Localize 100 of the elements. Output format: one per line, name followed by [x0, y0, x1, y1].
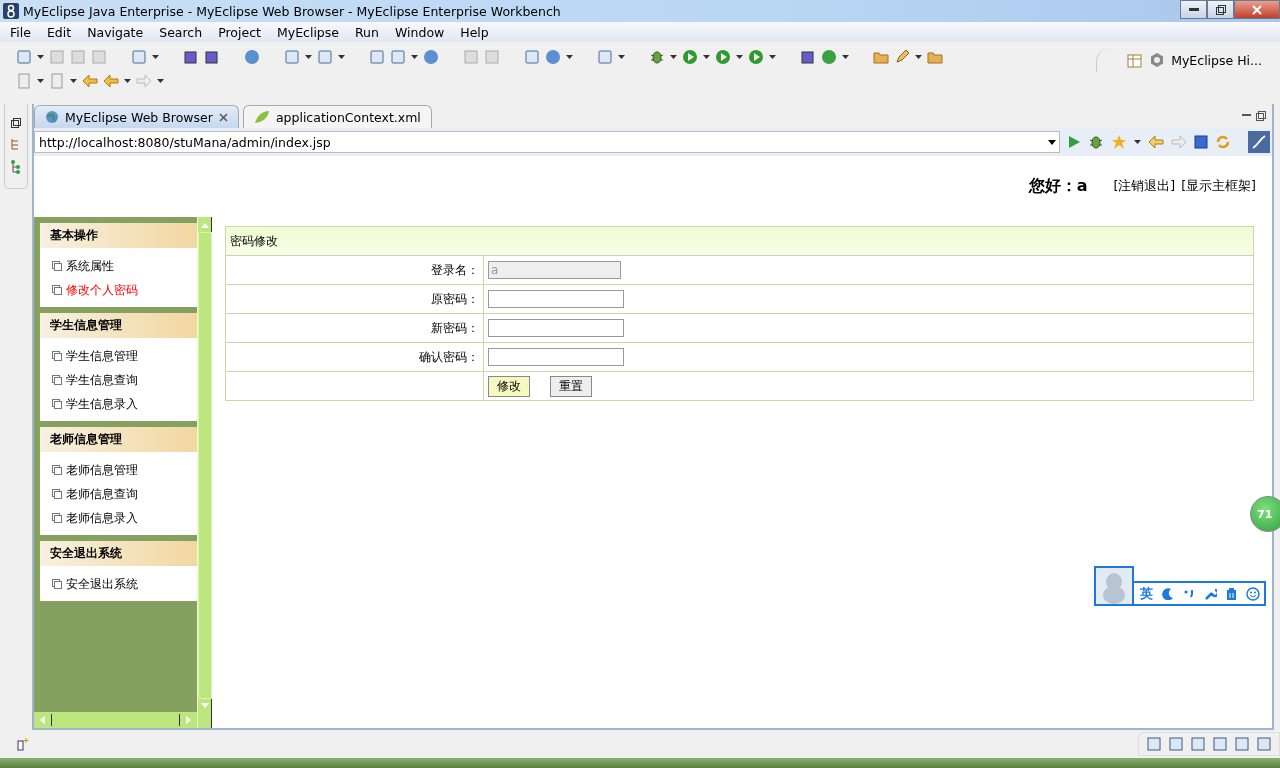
section-header: 老师信息管理 [40, 427, 197, 452]
caret-icon[interactable] [566, 55, 573, 59]
tool-icon[interactable] [1147, 737, 1161, 751]
form-button[interactable]: 修改 [488, 375, 530, 397]
caret-icon[interactable] [37, 79, 44, 83]
perspective-label[interactable]: MyEclipse Hi... [1171, 52, 1262, 68]
arrow-left-icon[interactable] [82, 73, 98, 89]
minimize-button[interactable] [1180, 0, 1207, 19]
stop-icon[interactable] [1194, 135, 1208, 149]
punctuation-icon[interactable] [1183, 587, 1195, 600]
play-icon[interactable] [682, 49, 698, 65]
tool-icon[interactable] [1191, 737, 1205, 751]
menu-item[interactable]: Project [210, 24, 269, 40]
caret-icon[interactable] [37, 55, 44, 59]
close-button[interactable] [1234, 0, 1280, 19]
menu-item[interactable]: Navigate [79, 24, 152, 40]
caret-icon[interactable] [769, 55, 776, 59]
play-icon[interactable] [715, 49, 731, 65]
hexagon-icon [1149, 52, 1166, 68]
menu-item[interactable]: File [2, 24, 39, 40]
play-icon[interactable] [748, 49, 764, 65]
section-header: 学生信息管理 [40, 313, 197, 338]
tree-icon[interactable] [10, 160, 22, 174]
page-icon [52, 285, 62, 295]
sidebar-link[interactable]: 学生信息录入 [52, 395, 197, 413]
restore-icon[interactable] [11, 118, 21, 128]
caret-icon[interactable] [152, 55, 159, 59]
caret-icon[interactable] [842, 55, 849, 59]
field-label: 新密码： [225, 313, 484, 343]
penguin-icon [1101, 572, 1127, 604]
header-link[interactable]: [注销退出] [1113, 178, 1176, 195]
sidebar-link[interactable]: 老师信息管理 [52, 461, 197, 479]
caret-icon[interactable] [411, 55, 418, 59]
input-field[interactable] [488, 319, 624, 337]
menu-item[interactable]: Run [347, 24, 387, 40]
caret-icon[interactable] [1134, 140, 1141, 144]
bug-icon[interactable] [649, 49, 665, 65]
sidebar-link[interactable]: 学生信息查询 [52, 371, 197, 389]
bug-icon[interactable] [1088, 134, 1104, 150]
input-field[interactable] [488, 290, 624, 308]
folder-icon[interactable] [927, 49, 943, 65]
caret-icon[interactable] [70, 79, 77, 83]
tool-icon[interactable] [1235, 737, 1249, 751]
form-title: 密码修改 [225, 226, 1254, 256]
sidebar-link[interactable]: 老师信息录入 [52, 509, 197, 527]
menu-item[interactable]: Window [386, 24, 453, 40]
editor-tab[interactable]: applicationContext.xml [242, 105, 432, 128]
editor-tab[interactable]: MyEclipse Web Browser [34, 105, 239, 128]
menu-item[interactable]: Search [151, 24, 211, 40]
page-icon [52, 375, 62, 385]
arrow-left-icon[interactable] [1148, 134, 1164, 150]
field-label: 原密码： [225, 284, 484, 314]
sidebar-link[interactable]: 系统属性 [52, 257, 197, 275]
pen-icon[interactable] [894, 49, 910, 65]
sidebar-link[interactable]: 修改个人密码 [52, 281, 197, 299]
folder-icon[interactable] [873, 49, 889, 65]
caret-icon[interactable] [915, 55, 922, 59]
tool-icon[interactable] [1257, 737, 1271, 751]
play-icon[interactable] [1067, 135, 1081, 149]
caret-icon[interactable] [703, 55, 710, 59]
header-link[interactable]: [显示主框架] [1181, 178, 1256, 195]
restore-icon [1215, 4, 1226, 15]
open-perspective-icon[interactable] [1127, 52, 1144, 68]
maximize-icon[interactable] [1256, 111, 1266, 121]
smiley-icon[interactable] [1246, 586, 1260, 601]
sidebar-link[interactable]: 学生信息管理 [52, 347, 197, 365]
clipboard-icon[interactable] [1226, 587, 1237, 600]
arrow-left-icon[interactable] [103, 73, 119, 89]
caret-icon[interactable] [670, 55, 677, 59]
app-logo-icon [3, 3, 19, 19]
caret-icon[interactable] [338, 55, 345, 59]
input-field[interactable] [488, 348, 624, 366]
minimize-icon[interactable] [1242, 114, 1252, 118]
arrow-right-icon[interactable] [136, 73, 152, 89]
page-icon [52, 399, 62, 409]
menu-item[interactable]: MyEclipse [268, 24, 347, 40]
tool-icon[interactable] [1169, 737, 1183, 751]
caret-icon[interactable] [157, 79, 164, 83]
caret-icon[interactable] [736, 55, 743, 59]
page-icon [52, 513, 62, 523]
caret-icon[interactable] [305, 55, 312, 59]
star-icon[interactable] [1111, 134, 1127, 150]
ime-mode-label[interactable]: 英 [1140, 584, 1153, 603]
form-button[interactable]: 重置 [550, 375, 592, 397]
menu-item[interactable]: Help [452, 24, 497, 40]
section-header: 基本操作 [40, 223, 197, 248]
window-title: MyEclipse Java Enterprise - MyEclipse Web Browser - MyEclipse Enterprise Workbench [23, 3, 562, 19]
tool-icon[interactable] [1213, 737, 1227, 751]
moon-icon[interactable] [1162, 587, 1174, 600]
page-icon [52, 351, 62, 361]
restore-button[interactable] [1207, 0, 1234, 19]
caret-icon[interactable] [124, 79, 131, 83]
menu-item[interactable]: Edit [38, 24, 80, 40]
arrow-right-icon[interactable] [1171, 134, 1187, 150]
new-window-icon[interactable] [16, 737, 30, 751]
sidebar-link[interactable]: 老师信息查询 [52, 485, 197, 503]
caret-icon[interactable] [618, 55, 625, 59]
page-icon [52, 261, 62, 271]
close-icon[interactable] [218, 112, 228, 122]
wrench-icon[interactable] [1204, 587, 1217, 600]
